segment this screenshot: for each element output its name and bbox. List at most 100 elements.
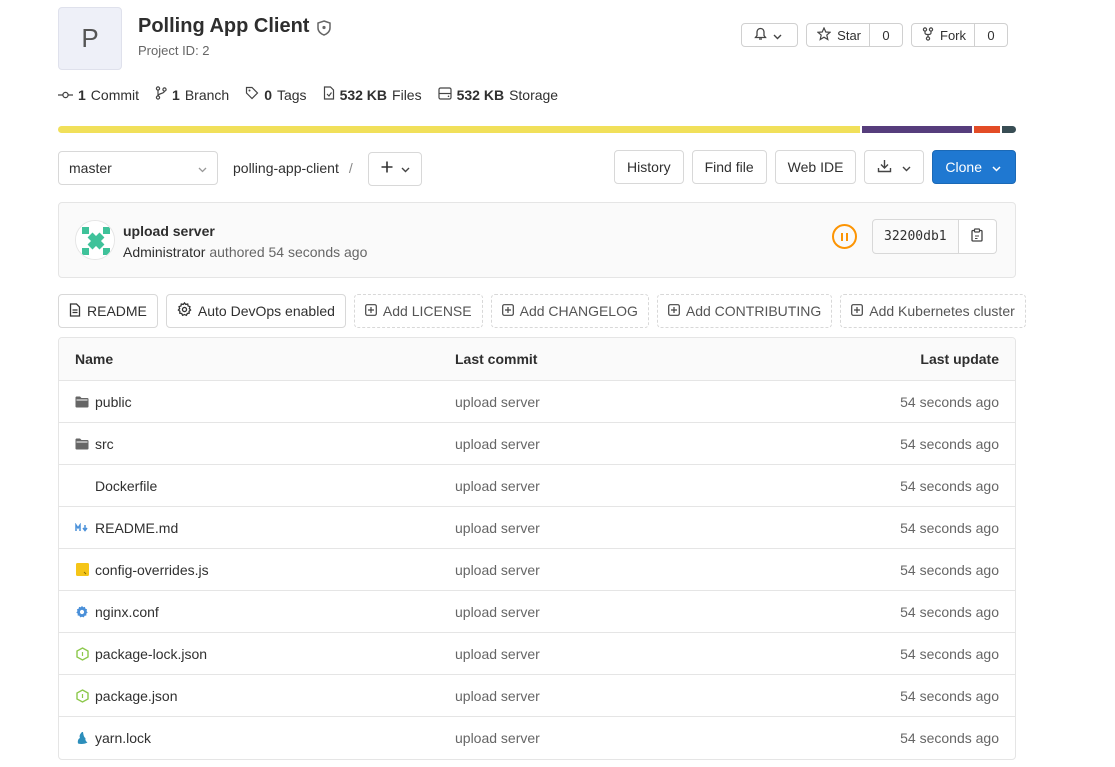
last-update-time: 54 seconds ago (900, 477, 999, 494)
table-row[interactable]: package.json upload server 54 seconds ago (59, 675, 1015, 717)
commit-sha[interactable]: 32200db1 (872, 219, 959, 254)
file-name-cell: package-lock.json (75, 646, 207, 662)
tag-icon (245, 86, 259, 103)
star-label: Star (837, 27, 861, 43)
last-commit-link[interactable]: upload server (455, 562, 540, 578)
add-changelog-button[interactable]: Add CHANGELOG (490, 294, 649, 328)
branch-name: master (69, 160, 112, 176)
table-row[interactable]: Dockerfile upload server 54 seconds ago (59, 465, 1015, 507)
breadcrumb-project[interactable]: polling-app-client (233, 160, 339, 176)
language-segment[interactable] (1001, 126, 1016, 133)
last-update-time: 54 seconds ago (900, 645, 999, 662)
table-row[interactable]: nginx.conf upload server 54 seconds ago (59, 591, 1015, 633)
fork-count[interactable]: 0 (975, 23, 1008, 47)
add-contributing-button[interactable]: Add CONTRIBUTING (656, 294, 833, 328)
add-kubernetes-cluster-button[interactable]: Add Kubernetes cluster (840, 294, 1026, 328)
file-name-link[interactable]: src (95, 436, 114, 452)
column-header-last-commit: Last commit (455, 351, 538, 367)
table-row[interactable]: public upload server 54 seconds ago (59, 381, 1015, 423)
branch-dropdown[interactable]: master (58, 151, 218, 185)
plus-square-icon (501, 303, 514, 319)
avatar[interactable] (75, 220, 115, 260)
gear-icon (75, 605, 89, 619)
file-name-link[interactable]: package.json (95, 688, 178, 704)
language-segment[interactable] (58, 126, 860, 133)
add-license-button[interactable]: Add LICENSE (353, 294, 483, 328)
project-avatar-letter: P (81, 23, 99, 53)
storage-icon (437, 86, 452, 103)
files-size: 532 KB (339, 86, 388, 103)
last-update-time: 54 seconds ago (900, 435, 999, 452)
javascript-icon (75, 563, 89, 577)
commit-title[interactable]: upload server (123, 223, 215, 239)
project-avatar[interactable]: P (58, 7, 122, 70)
auto-devops-button[interactable]: Auto DevOps enabled (165, 294, 346, 328)
file-name-cell: package.json (75, 688, 178, 704)
table-row[interactable]: yarn.lock upload server 54 seconds ago (59, 717, 1015, 759)
readme-button[interactable]: README (58, 294, 158, 328)
language-segment[interactable] (861, 126, 973, 133)
file-icon (323, 86, 335, 103)
table-row[interactable]: src upload server 54 seconds ago (59, 423, 1015, 465)
clone-button[interactable]: Clone (932, 150, 1016, 184)
plus-square-icon (667, 303, 680, 319)
language-segment[interactable] (974, 126, 1000, 133)
repository-languages-bar[interactable] (58, 126, 1016, 133)
commits-stat[interactable]: 1 Commit (58, 87, 139, 103)
last-commit-link[interactable]: upload server (455, 394, 540, 410)
last-commit-link[interactable]: upload server (455, 478, 540, 494)
column-header-last-update: Last update (920, 351, 999, 367)
star-count[interactable]: 0 (870, 23, 903, 47)
history-button[interactable]: History (614, 150, 684, 184)
file-name-cell: src (75, 436, 114, 452)
add-contributing-label: Add CONTRIBUTING (685, 303, 822, 319)
notification-button[interactable] (741, 23, 799, 47)
last-update-time: 54 seconds ago (900, 393, 999, 410)
download-button[interactable] (864, 150, 925, 184)
last-commit-link[interactable]: upload server (455, 436, 540, 452)
last-commit-link[interactable]: upload server (455, 646, 540, 662)
file-name-cell: public (75, 394, 132, 410)
auto-devops-label: Auto DevOps enabled (197, 303, 335, 319)
shield-icon (317, 19, 332, 36)
breadcrumb-separator: / (348, 160, 353, 176)
markdown-icon (75, 521, 89, 535)
last-commit-link[interactable]: upload server (455, 688, 540, 704)
file-name-link[interactable]: Dockerfile (95, 478, 157, 494)
fork-button[interactable]: Fork (911, 23, 975, 47)
commit-author[interactable]: Administrator (123, 244, 205, 260)
tags-stat[interactable]: 0 Tags (245, 86, 307, 103)
add-license-label: Add LICENSE (382, 303, 472, 319)
copy-sha-button[interactable] (958, 219, 997, 254)
download-icon (877, 159, 892, 176)
file-name-link[interactable]: package-lock.json (95, 646, 207, 662)
table-row[interactable]: README.md upload server 54 seconds ago (59, 507, 1015, 549)
last-commit-link[interactable]: upload server (455, 730, 540, 746)
pipeline-status-paused-icon[interactable] (832, 224, 857, 249)
table-row[interactable]: config-overrides.js upload server 54 secon… (59, 549, 1015, 591)
last-commit-link[interactable]: upload server (455, 604, 540, 620)
file-name-link[interactable]: public (95, 394, 132, 410)
project-actions: Star 0 Fork 0 (741, 23, 1008, 47)
web-ide-button[interactable]: Web IDE (774, 150, 857, 184)
file-name-link[interactable]: README.md (95, 520, 178, 536)
clone-label: Clone (945, 159, 982, 175)
star-button[interactable]: Star (806, 23, 870, 47)
file-name-link[interactable]: config-overrides.js (95, 562, 209, 578)
add-to-tree-button[interactable] (368, 152, 422, 186)
table-row[interactable]: package-lock.json upload server 54 seconds… (59, 633, 1015, 675)
file-tree-body: public upload server 54 seconds ago src uplo… (59, 381, 1015, 759)
project-title[interactable]: Polling App Client (138, 15, 309, 38)
file-name-link[interactable]: nginx.conf (95, 604, 159, 620)
last-commit-link[interactable]: upload server (455, 520, 540, 536)
star-group: Star 0 (806, 23, 903, 47)
files-stat[interactable]: 532 KB Files (323, 86, 422, 103)
branches-stat[interactable]: 1 Branch (155, 86, 229, 103)
find-file-button[interactable]: Find file (691, 150, 767, 184)
chevron-down-icon (198, 160, 207, 176)
file-name-link[interactable]: yarn.lock (95, 730, 151, 746)
bell-icon (754, 27, 767, 44)
file-name-cell: nginx.conf (75, 604, 159, 620)
file-name-cell: Dockerfile (75, 478, 157, 494)
yarn-icon (75, 731, 89, 745)
